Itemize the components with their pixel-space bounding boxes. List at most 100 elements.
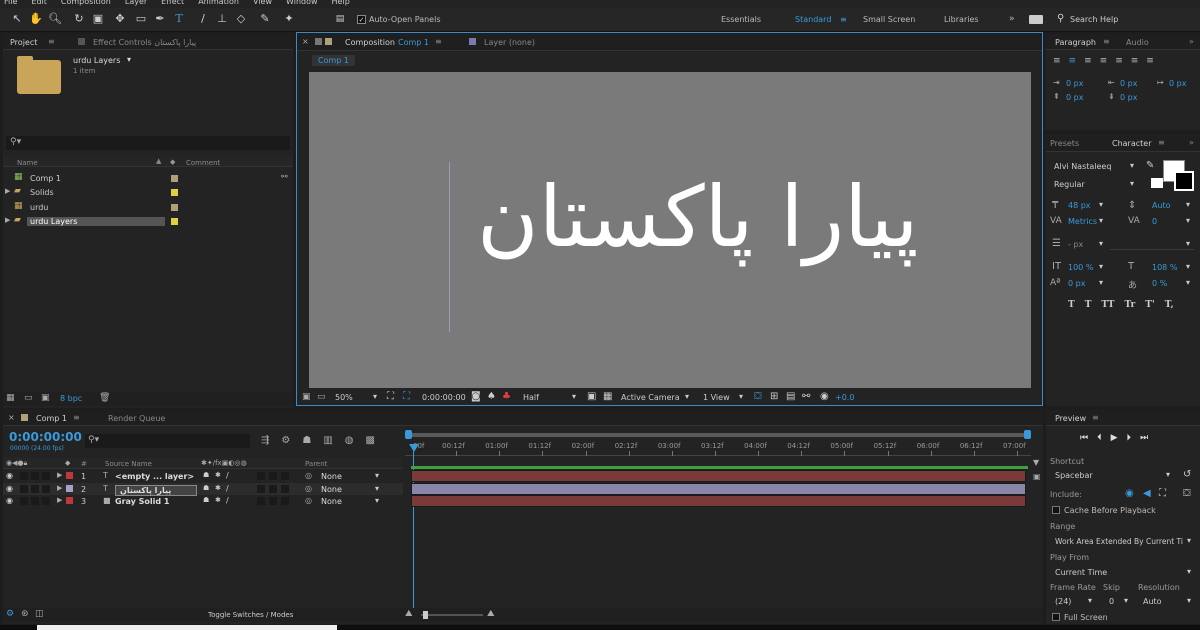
panel-menu-icon[interactable]: ≡ — [1103, 37, 1110, 46]
leading-value[interactable]: Auto — [1152, 201, 1171, 210]
layer-label-swatch[interactable] — [66, 484, 73, 492]
layer-name[interactable]: پیارا پاکستان — [115, 484, 197, 496]
indent-right-value[interactable]: 0 px — [1120, 79, 1137, 88]
tab-layer[interactable]: Layer (none) — [484, 38, 535, 47]
first-line-value[interactable]: 0 px — [1169, 79, 1186, 88]
panel-menu-icon[interactable]: ≡ — [73, 413, 80, 422]
more-workspaces-icon[interactable]: » — [1009, 14, 1015, 24]
menu-item-file[interactable]: File — [4, 0, 17, 6]
panel-menu-icon[interactable]: ≡ — [1092, 413, 1099, 422]
parent-select[interactable]: None — [321, 497, 342, 506]
selection-tool-icon[interactable]: ↖ — [10, 12, 24, 26]
first-frame-icon[interactable]: ⏮ — [1080, 433, 1088, 443]
draft-3d-icon[interactable]: ⚙ — [281, 435, 290, 446]
space-before-value[interactable]: 0 px — [1066, 93, 1083, 102]
solo-toggle[interactable] — [31, 472, 39, 480]
menu-item-layer[interactable]: Layer — [125, 0, 147, 6]
frame-rate-select[interactable]: (24) — [1055, 597, 1071, 606]
include-layer-controls-icon[interactable]: ⛋ — [1183, 488, 1191, 499]
project-search-input[interactable]: ⚲▾ — [6, 136, 290, 150]
workspace-small-screen[interactable]: Small Screen — [863, 15, 915, 24]
more-panels-icon[interactable]: » — [1189, 138, 1194, 147]
roto-brush-tool-icon[interactable]: ✎ — [258, 12, 272, 26]
search-icon[interactable]: ⚲ — [1057, 13, 1064, 24]
work-area-bar[interactable] — [405, 430, 1031, 440]
shy-switch-icon[interactable]: ☗ — [203, 471, 209, 479]
chevron-down-icon[interactable]: ▾ — [1099, 216, 1103, 225]
layer-label-swatch[interactable] — [66, 497, 73, 505]
audio-toggle[interactable] — [20, 472, 28, 480]
tab-presets[interactable]: Presets — [1050, 139, 1079, 148]
time-ruler[interactable]: 00f 00:12f 01:00f 01:12f 02:00f 02:12f 03:00f 0… — [405, 440, 1031, 456]
shy-switch-icon[interactable]: ☗ — [203, 496, 209, 504]
eraser-tool-icon[interactable]: ◇ — [234, 12, 248, 26]
fit-icon[interactable]: ⛶ — [387, 391, 394, 402]
justify-left-icon[interactable]: ≡ — [1100, 56, 1108, 70]
label-color-swatch[interactable] — [171, 217, 178, 225]
motion-blur-switch[interactable] — [269, 484, 277, 493]
resolution-select[interactable]: Half — [523, 393, 539, 402]
visibility-eye-icon[interactable]: ◉ — [6, 496, 13, 505]
rectangle-tool-icon[interactable]: ▭ — [134, 12, 148, 26]
clone-stamp-tool-icon[interactable]: ⊥ — [215, 12, 229, 26]
zoom-slider-handle[interactable] — [423, 611, 428, 619]
audio-toggle[interactable] — [20, 484, 28, 493]
quality-switch-icon[interactable]: / — [226, 471, 229, 480]
col-source-name[interactable]: Source Name — [105, 460, 152, 468]
justify-right-icon[interactable]: ≡ — [1131, 56, 1139, 70]
font-family-select[interactable]: Alvi Nastaleeq — [1054, 162, 1111, 171]
motion-blur-switch[interactable] — [269, 472, 277, 480]
adjustment-switch[interactable] — [281, 484, 289, 493]
comp-breadcrumb[interactable]: Comp 1 — [312, 55, 355, 66]
zoom-select[interactable]: 50% — [335, 393, 353, 402]
layer-switches-icon[interactable]: ⚙ — [6, 609, 14, 619]
lock-toggle[interactable] — [42, 484, 50, 493]
preview-title[interactable]: Preview — [1055, 414, 1086, 423]
chevron-down-icon[interactable]: ▾ — [1124, 596, 1128, 605]
show-snapshot-icon[interactable]: ♠ — [487, 391, 496, 402]
project-item[interactable]: ▶ ▰ urdu Layers — [3, 215, 293, 228]
range-select[interactable]: Work Area Extended By Current Ti — [1055, 537, 1183, 546]
trash-icon[interactable]: 🗑︎ — [99, 393, 110, 403]
chevron-down-icon[interactable]: ▾ — [1186, 200, 1190, 209]
effect-switch[interactable] — [257, 472, 265, 480]
more-panels-icon[interactable]: » — [1189, 37, 1194, 46]
cache-checkbox[interactable] — [1052, 506, 1060, 514]
menu-item-help[interactable]: Help — [332, 0, 350, 6]
adjustment-switch[interactable] — [281, 472, 289, 480]
layer-row[interactable]: ◉ ▶ 3 ■ Gray Solid 1 ☗ ✱ / ◎ None ▾ — [3, 495, 403, 507]
align-left-icon[interactable]: ≡ — [1053, 56, 1061, 70]
layer-duration-bar[interactable] — [411, 495, 1026, 508]
region-of-interest-icon[interactable]: ▣ — [587, 391, 596, 402]
label-color-swatch[interactable] — [171, 203, 178, 211]
include-overlays-icon[interactable]: ⛶ — [1159, 488, 1166, 499]
tab-comp1[interactable]: Comp 1 — [36, 414, 67, 423]
last-frame-icon[interactable]: ⏭ — [1140, 433, 1148, 443]
in-out-stretch-icon[interactable]: ◫ — [35, 609, 44, 619]
expand-arrow-icon[interactable]: ▶ — [5, 216, 10, 224]
chevron-down-icon[interactable]: ▾ — [1130, 161, 1134, 170]
menu-item-effect[interactable]: Effect — [161, 0, 184, 6]
justify-all-icon[interactable]: ≡ — [1146, 56, 1154, 70]
workspace-standard[interactable]: Standard — [795, 15, 831, 24]
new-folder-icon[interactable]: ▭ — [24, 393, 33, 403]
shortcut-select[interactable]: Spacebar — [1055, 471, 1093, 480]
chevron-down-icon[interactable]: ▾ — [1187, 596, 1191, 605]
indent-left-value[interactable]: 0 px — [1066, 79, 1083, 88]
views-select[interactable]: 1 View — [703, 393, 730, 402]
menu-item-edit[interactable]: Edit — [31, 0, 47, 6]
col-name[interactable]: Name — [17, 159, 38, 167]
preview-toggle-icon[interactable]: ▣ — [302, 392, 311, 402]
stroke-width-value[interactable]: - px — [1068, 240, 1083, 249]
visibility-eye-icon[interactable]: ◉ — [6, 484, 13, 493]
rotate-tool-icon[interactable]: ↻ — [72, 12, 86, 26]
chevron-down-icon[interactable]: ▾ — [373, 392, 377, 401]
justify-center-icon[interactable]: ≡ — [1115, 56, 1123, 70]
new-comp-icon[interactable]: ▣ — [41, 393, 50, 403]
brush-tool-icon[interactable]: / — [196, 12, 210, 26]
col-comment[interactable]: Comment — [186, 159, 220, 167]
layer-duration-bar[interactable] — [411, 482, 1026, 495]
workspace-essentials[interactable]: Essentials — [721, 15, 761, 24]
text-style-button[interactable]: T — [1085, 300, 1092, 310]
puppet-tool-icon[interactable]: ✦ — [282, 12, 296, 26]
